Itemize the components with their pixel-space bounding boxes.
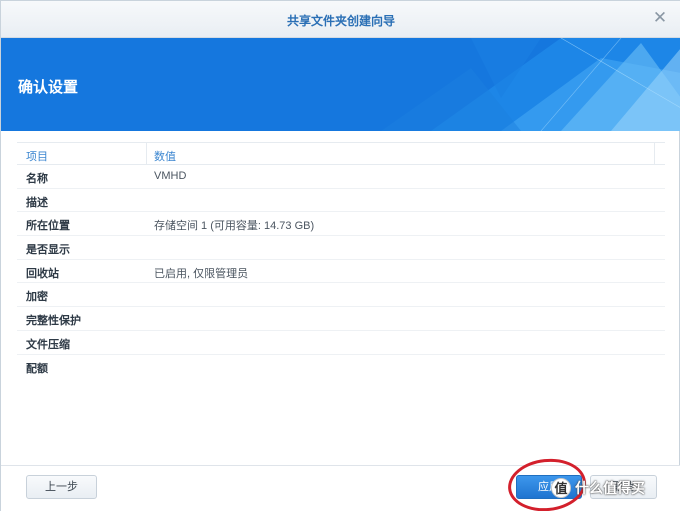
header-banner: 确认设置	[1, 38, 680, 131]
column-divider	[146, 143, 147, 165]
table-row: 配额	[17, 355, 665, 379]
row-key: 完整性保护	[26, 315, 81, 328]
row-key: 描述	[26, 196, 48, 209]
close-icon[interactable]: ✕	[651, 9, 669, 27]
title-bar: 共享文件夹创建向导 ✕	[1, 1, 680, 38]
settings-table: 项目 数值 名称 VMHD 描述 所在位置 存储空间 1 (可用容量: 14.7…	[17, 142, 665, 378]
apply-button[interactable]: 应用	[516, 475, 582, 499]
row-key: 是否显示	[26, 244, 70, 257]
cancel-button[interactable]: 取消	[590, 475, 657, 499]
row-value: 存储空间 1 (可用容量: 14.73 GB)	[154, 220, 315, 233]
window-title: 共享文件夹创建向导	[286, 14, 395, 28]
table-row: 是否显示	[17, 236, 665, 260]
table-header: 项目 数值	[17, 142, 665, 165]
row-value: 已启用, 仅限管理员	[154, 267, 249, 280]
row-key: 文件压缩	[26, 338, 70, 351]
table-row: 描述	[17, 189, 665, 213]
table-row: 回收站 已启用, 仅限管理员	[17, 260, 665, 284]
share-folder-wizard-dialog: 共享文件夹创建向导 ✕ 确认设置 项目 数值 名称 VMHD 描述 所在位置 存…	[0, 0, 680, 511]
table-row: 名称 VMHD	[17, 165, 665, 189]
previous-step-button[interactable]: 上一步	[26, 475, 97, 499]
table-row: 所在位置 存储空间 1 (可用容量: 14.73 GB)	[17, 212, 665, 237]
row-key: 所在位置	[26, 220, 70, 233]
column-header-value[interactable]: 数值	[154, 148, 176, 164]
row-key: 加密	[26, 291, 48, 304]
table-row: 完整性保护	[17, 307, 665, 331]
dialog-footer: 上一步 应用 取消	[1, 465, 680, 511]
table-row: 文件压缩	[17, 331, 665, 355]
table-row: 加密	[17, 283, 665, 308]
row-value: VMHD	[154, 170, 187, 182]
column-header-item[interactable]: 项目	[26, 148, 48, 164]
column-divider	[654, 143, 655, 165]
row-key: 名称	[26, 173, 48, 185]
banner-decoration	[381, 38, 680, 131]
row-key: 回收站	[26, 267, 59, 280]
table-body: 名称 VMHD 描述 所在位置 存储空间 1 (可用容量: 14.73 GB) …	[17, 165, 665, 378]
row-key: 配额	[26, 362, 48, 375]
banner-heading: 确认设置	[18, 79, 79, 96]
